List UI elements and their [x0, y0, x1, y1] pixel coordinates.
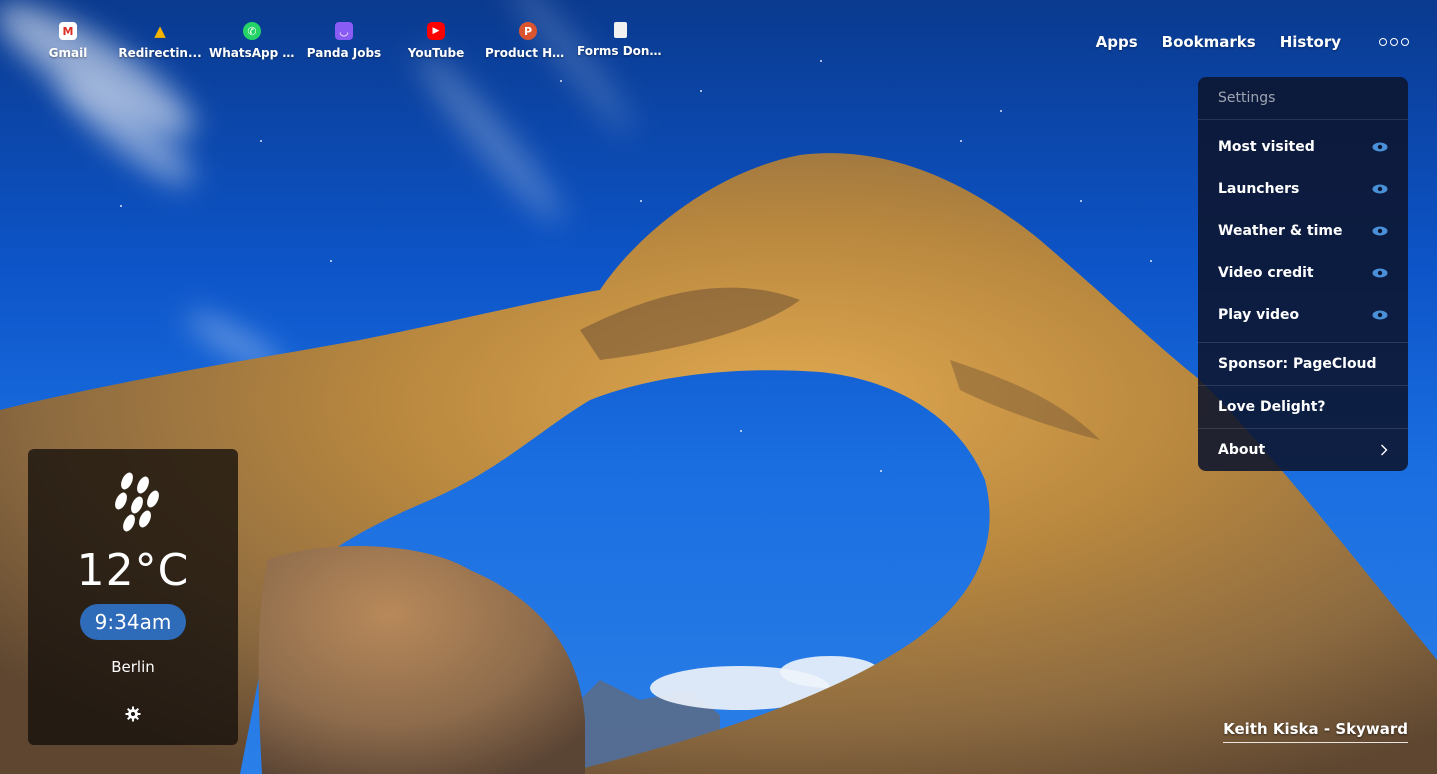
product-hunt-icon: P [519, 22, 537, 40]
love-label: Love Delight? [1218, 399, 1326, 415]
launcher-product-hunt[interactable]: P Product Hu... [482, 22, 574, 60]
launcher-youtube[interactable]: ▶ YouTube [390, 22, 482, 60]
launcher-label: Product Hu... [485, 46, 571, 60]
about-link[interactable]: About [1198, 429, 1408, 471]
launcher-gmail[interactable]: M Gmail [22, 22, 114, 60]
document-icon [613, 22, 627, 38]
toggle-launchers[interactable]: Launchers [1198, 168, 1408, 210]
youtube-icon: ▶ [427, 22, 445, 40]
chevron-right-icon [1381, 444, 1388, 456]
nav-bookmarks[interactable]: Bookmarks [1162, 33, 1256, 51]
eye-icon[interactable] [1372, 142, 1388, 152]
rain-icon [115, 472, 159, 532]
launcher-forms[interactable]: Forms Don... [574, 22, 666, 60]
toggle-play-video[interactable]: Play video [1198, 294, 1408, 336]
toggle-most-visited[interactable]: Most visited [1198, 126, 1408, 168]
weather-widget: 12°C 9:34am Berlin [28, 449, 238, 745]
eye-icon[interactable] [1372, 226, 1388, 236]
launcher-bar: M Gmail ▲ Redirectin... ✆ WhatsApp ... ◡… [22, 22, 666, 60]
sponsor-link[interactable]: Sponsor: PageCloud [1198, 343, 1408, 386]
launcher-whatsapp[interactable]: ✆ WhatsApp ... [206, 22, 298, 60]
toggle-label: Play video [1218, 307, 1300, 323]
top-nav: Apps Bookmarks History [1072, 33, 1409, 51]
city-name: Berlin [111, 658, 155, 676]
eye-icon[interactable] [1372, 184, 1388, 194]
sponsor-label: Sponsor: PageCloud [1218, 356, 1377, 372]
gmail-icon: M [59, 22, 77, 40]
love-delight-link[interactable]: Love Delight? [1198, 386, 1408, 429]
gear-icon[interactable] [125, 706, 141, 722]
settings-toggles: Most visited Launchers Weather & time Vi… [1198, 120, 1408, 343]
launcher-label: YouTube [407, 46, 465, 60]
toggle-label: Most visited [1218, 139, 1315, 155]
panda-jobs-icon: ◡ [335, 22, 353, 40]
more-circles-icon[interactable] [1379, 38, 1409, 46]
launcher-label: Redirectin... [118, 46, 202, 60]
launcher-label: Panda Jobs [306, 46, 382, 60]
background-video: M Gmail ▲ Redirectin... ✆ WhatsApp ... ◡… [0, 0, 1437, 774]
about-label: About [1218, 442, 1266, 458]
launcher-drive[interactable]: ▲ Redirectin... [114, 22, 206, 60]
nav-history[interactable]: History [1280, 33, 1341, 51]
toggle-label: Video credit [1218, 265, 1314, 281]
eye-icon[interactable] [1372, 268, 1388, 278]
launcher-label: Forms Don... [577, 44, 663, 58]
toggle-weather-time[interactable]: Weather & time [1198, 210, 1408, 252]
toggle-label: Launchers [1218, 181, 1300, 197]
google-drive-icon: ▲ [154, 22, 166, 40]
video-credit-link[interactable]: Keith Kiska - Skyward [1223, 720, 1408, 743]
launcher-label: Gmail [48, 46, 88, 60]
eye-icon[interactable] [1372, 310, 1388, 320]
temperature: 12°C [76, 545, 190, 596]
launcher-panda-jobs[interactable]: ◡ Panda Jobs [298, 22, 390, 60]
toggle-label: Weather & time [1218, 223, 1343, 239]
time-badge: 9:34am [79, 604, 187, 640]
settings-menu: Settings Most visited Launchers Weather … [1198, 77, 1408, 471]
settings-header: Settings [1198, 77, 1408, 120]
whatsapp-icon: ✆ [243, 22, 261, 40]
nav-apps[interactable]: Apps [1096, 33, 1138, 51]
launcher-label: WhatsApp ... [209, 46, 295, 60]
toggle-video-credit[interactable]: Video credit [1198, 252, 1408, 294]
